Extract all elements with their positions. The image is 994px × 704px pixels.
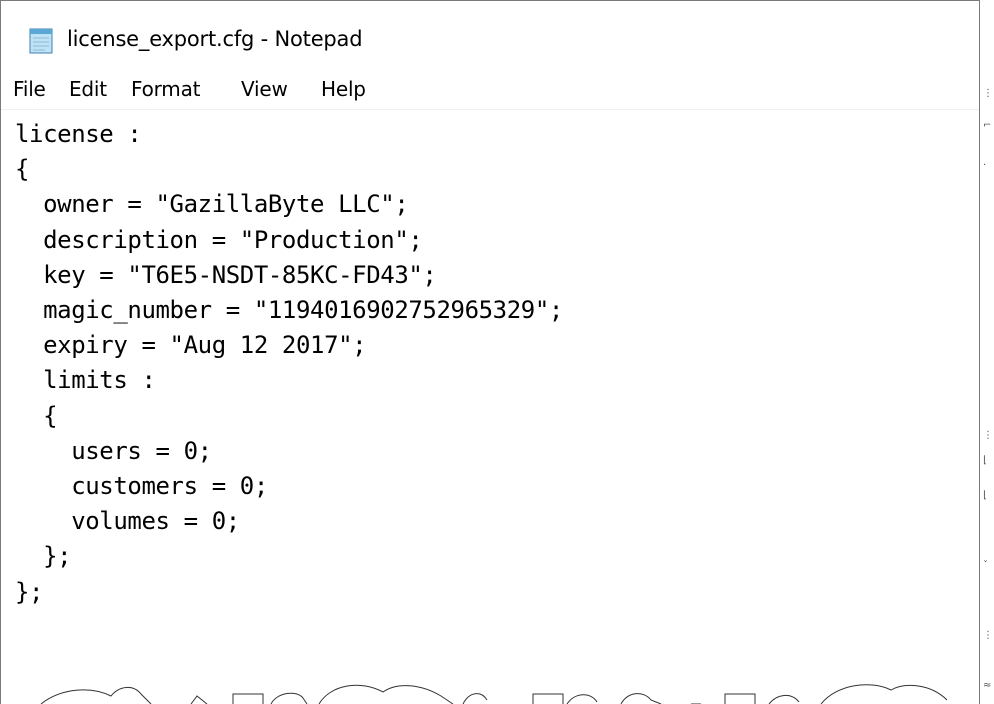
text-editor[interactable]: license : { owner = "GazillaByte LLC"; d… bbox=[1, 111, 979, 704]
background-glyph: ⋮ bbox=[983, 630, 993, 641]
window-title: license_export.cfg - Notepad bbox=[67, 27, 363, 51]
background-glyph: ⌊ bbox=[983, 455, 987, 466]
menu-edit[interactable]: Edit bbox=[69, 77, 107, 101]
menu-view[interactable]: View bbox=[241, 77, 288, 101]
title-bar[interactable]: license_export.cfg - Notepad bbox=[1, 1, 979, 71]
background-glyph: ⋮ bbox=[983, 88, 993, 99]
background-glyph: ⌐ bbox=[983, 120, 992, 131]
background-window-edge bbox=[980, 0, 994, 704]
background-glyph: ˇ bbox=[983, 560, 988, 571]
decorative-sketch bbox=[40, 684, 948, 704]
background-glyph: ≈ bbox=[983, 680, 992, 691]
editor-text[interactable]: license : { owner = "GazillaByte LLC"; d… bbox=[15, 117, 563, 610]
notepad-window: license_export.cfg - Notepad File Edit F… bbox=[0, 0, 980, 704]
background-glyph: · bbox=[983, 160, 987, 171]
menu-format[interactable]: Format bbox=[131, 77, 200, 101]
menu-bar: File Edit Format View Help bbox=[1, 73, 979, 110]
background-glyph: ⋮ bbox=[983, 430, 993, 441]
menu-help[interactable]: Help bbox=[321, 77, 366, 101]
menu-file[interactable]: File bbox=[13, 77, 46, 101]
notepad-icon bbox=[29, 28, 53, 54]
background-glyph: ⌊ bbox=[983, 490, 987, 501]
